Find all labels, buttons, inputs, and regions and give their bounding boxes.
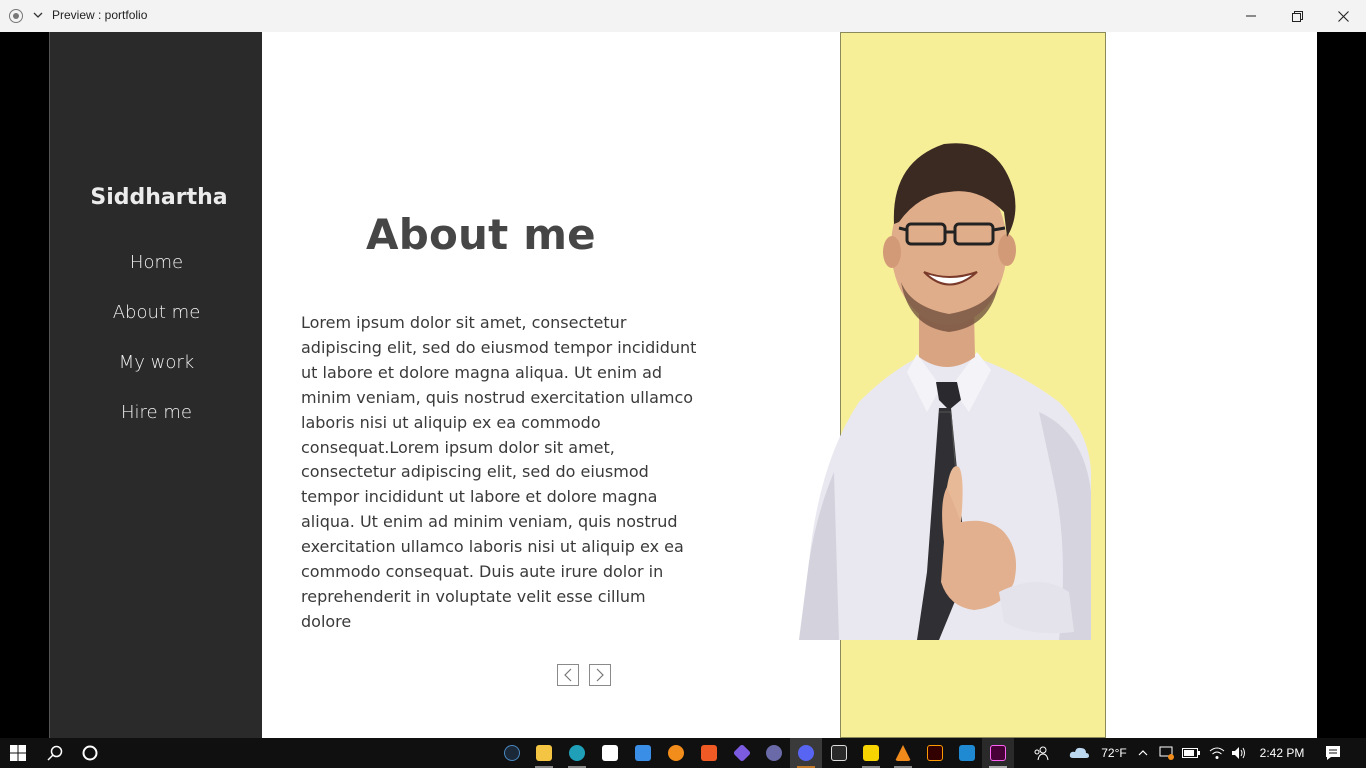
obsidian-icon[interactable] (726, 738, 758, 768)
network-alert-icon[interactable] (1156, 738, 1178, 768)
sidebar: Siddhartha Home About me My work Hire me (49, 32, 262, 738)
windows-start-icon[interactable] (0, 738, 36, 768)
close-button[interactable] (1320, 0, 1366, 32)
taskbar: 72°F 2:42 PM (0, 738, 1366, 768)
chevron-right-icon (596, 668, 604, 682)
chevron-up-icon[interactable] (1134, 738, 1152, 768)
search-icon[interactable] (40, 738, 70, 768)
search-everything-icon[interactable] (660, 738, 692, 768)
window-titlebar: Preview : portfolio (0, 0, 1366, 32)
nav-item-home[interactable]: Home (50, 252, 263, 273)
notifications-icon[interactable] (1318, 738, 1348, 768)
paragraph-line: aliqua. Ut enim ad minim veniam, quis no… (301, 512, 678, 532)
paragraph-line: ut labore et dolore magna aliqua. Ut eni… (301, 362, 663, 382)
nav-item-about-me[interactable]: About me (50, 302, 263, 323)
paragraph-line: Lorem ipsum dolor sit amet, consectetur (301, 313, 627, 332)
minimize-button[interactable] (1228, 0, 1274, 32)
vscode-icon[interactable] (951, 738, 983, 768)
epic-games-icon[interactable] (823, 738, 855, 768)
volume-icon[interactable] (1228, 738, 1250, 768)
profile-photo (799, 143, 1091, 640)
brave-icon[interactable] (693, 738, 725, 768)
steam-icon[interactable] (496, 738, 528, 768)
store-icon[interactable] (594, 738, 626, 768)
paragraph-line: exercitation ullamco laboris nisi ut ali… (301, 537, 684, 557)
next-button[interactable] (589, 664, 611, 686)
file-explorer-icon[interactable] (528, 738, 560, 768)
battery-icon[interactable] (1180, 738, 1202, 768)
prev-button[interactable] (557, 664, 579, 686)
adobe-xd-icon[interactable] (982, 738, 1014, 768)
wifi-icon[interactable] (1206, 738, 1228, 768)
nav-item-hire-me[interactable]: Hire me (50, 402, 263, 423)
discord-icon[interactable] (790, 738, 822, 768)
sticky-notes-icon[interactable] (855, 738, 887, 768)
about-paragraph: Lorem ipsum dolor sit amet, consectetur … (301, 311, 697, 635)
weather-temperature[interactable]: 72°F (1096, 738, 1132, 768)
clock-time[interactable]: 2:42 PM (1254, 738, 1310, 768)
app-icon[interactable] (758, 738, 790, 768)
paragraph-line: consectetur adipiscing elit, sed do eius… (301, 462, 649, 482)
chevron-left-icon (564, 668, 572, 682)
record-icon[interactable] (9, 9, 23, 23)
illustrator-icon[interactable] (919, 738, 951, 768)
paragraph-line: consequat.Lorem ipsum dolor sit amet, (301, 437, 615, 457)
edge-icon[interactable] (561, 738, 593, 768)
window-title: Preview : portfolio (52, 8, 148, 22)
paragraph-line: laboris nisi ut aliquip ex ea commodo (301, 412, 601, 432)
page-heading: About me (366, 210, 596, 259)
paragraph-line: commodo consequat. Duis aute irure dolor… (301, 562, 664, 582)
paragraph-line: tempor incididunt ut labore et dolore ma… (301, 487, 658, 507)
preview-artboard: Siddhartha Home About me My work Hire me… (49, 32, 1317, 738)
mail-icon[interactable] (627, 738, 659, 768)
vlc-icon[interactable] (887, 738, 919, 768)
people-icon[interactable] (1028, 738, 1054, 768)
weather-icon[interactable] (1064, 738, 1094, 768)
brand-name: Siddhartha (90, 185, 228, 210)
paragraph-line: minim veniam, quis nostrud exercitation … (301, 387, 694, 407)
cortana-icon[interactable] (76, 738, 104, 768)
nav-item-my-work[interactable]: My work (50, 352, 263, 373)
chevron-down-icon[interactable] (32, 8, 44, 22)
restore-button[interactable] (1274, 0, 1320, 32)
paragraph-line: reprehenderit in voluptate velit esse ci… (301, 586, 646, 631)
paragraph-line: adipiscing elit, sed do eiusmod tempor i… (301, 337, 697, 357)
